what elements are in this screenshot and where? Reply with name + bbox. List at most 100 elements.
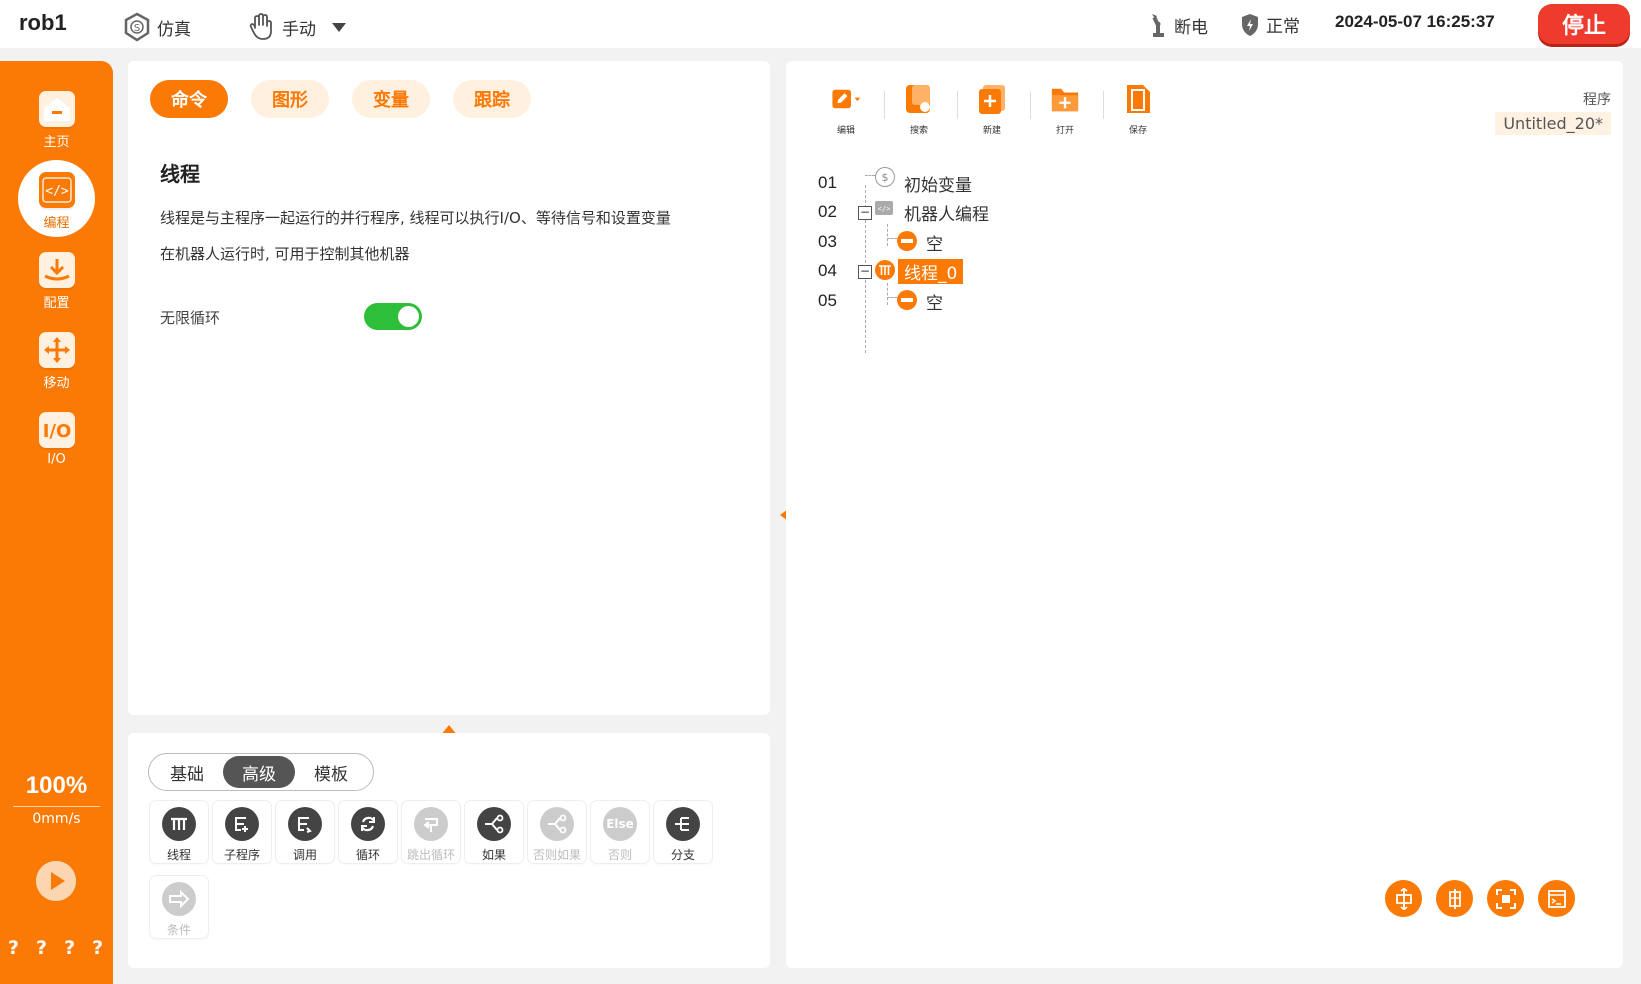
cmd-label: 如果 (481, 848, 506, 862)
expand-vertical-button[interactable] (1436, 880, 1473, 917)
robot-name[interactable]: rob1 (19, 10, 67, 36)
cmd-call[interactable]: 调用 (276, 801, 334, 863)
expand-horizontal-button[interactable] (1385, 880, 1422, 917)
cmd-subprogram[interactable]: 子程序 (213, 801, 271, 863)
manual-mode-dropdown[interactable]: 手动 (246, 12, 346, 42)
thread-icon (162, 807, 196, 841)
tab-variables[interactable]: 变量 (352, 80, 430, 118)
save-icon (1123, 83, 1153, 115)
if-icon (477, 807, 511, 841)
terminal-icon (1547, 889, 1566, 908)
divider (957, 91, 958, 119)
view-controls (1385, 880, 1575, 917)
tree-connector (887, 238, 897, 239)
tree-row[interactable]: 02 − </> 机器人编程 (818, 198, 1218, 227)
sidebar-item-home[interactable]: 主页 (0, 91, 113, 150)
collapse-toggle[interactable]: − (858, 206, 872, 220)
cmd-else-if[interactable]: 否则如果 (528, 801, 586, 863)
sidebar-item-move[interactable]: 移动 (0, 332, 113, 391)
save-button[interactable]: 保存 (1108, 83, 1168, 136)
simulation-mode[interactable]: S 仿真 (123, 12, 191, 42)
infinite-loop-label: 无限循环 (160, 309, 221, 327)
sidebar-item-label: 编程 (43, 216, 70, 231)
cmd-label: 跳出循环 (406, 848, 455, 862)
tree-row[interactable]: 01 $ 初始变量 (818, 167, 1218, 198)
cmd-else[interactable]: Else 否则 (591, 801, 649, 863)
tab-trace[interactable]: 跟踪 (453, 80, 531, 118)
command-detail-panel: 命令 图形 变量 跟踪 线程 线程是与主程序一起运行的并行程序, 线程可以执行I… (128, 61, 770, 715)
node-label-selected: 线程_0 (898, 259, 964, 284)
cmd-condition[interactable]: 条件 (150, 876, 208, 938)
tree-connector (865, 175, 875, 176)
break-loop-icon (414, 807, 448, 841)
segment-advanced[interactable]: 高级 (223, 756, 295, 788)
sidebar: 主页 </> 编程 配置 移动 I/O I/O 100% 0mm/s ? ? ?… (0, 61, 113, 984)
svg-text:</>: </> (878, 205, 891, 213)
open-folder-icon (1050, 83, 1080, 115)
cmd-thread[interactable]: 线程 (150, 801, 208, 863)
simulation-label: 仿真 (157, 19, 191, 40)
sidebar-item-label: 主页 (43, 135, 70, 150)
program-panel: 编辑 搜索 新建 打开 保存 程序 Untitled_20* 01 $ 初始变量… (786, 61, 1623, 968)
move-icon (38, 332, 75, 368)
help-button[interactable]: ? (36, 937, 47, 959)
segment-basic[interactable]: 基础 (151, 756, 223, 788)
cmd-label: 否则 (607, 848, 632, 862)
branch-icon (666, 807, 700, 841)
new-button[interactable]: 新建 (962, 83, 1022, 136)
node-label: 机器人编程 (904, 205, 989, 225)
cmd-label: 分支 (670, 848, 695, 862)
sidebar-item-label: 移动 (43, 376, 70, 391)
speed-value: 0mm/s (32, 811, 81, 827)
cmd-break-loop[interactable]: 跳出循环 (402, 801, 460, 863)
search-button[interactable]: 搜索 (889, 83, 949, 136)
sidebar-item-label: 配置 (43, 296, 70, 311)
sidebar-item-config[interactable]: 配置 (0, 252, 113, 311)
program-name[interactable]: Untitled_20* (1495, 112, 1611, 135)
help-button[interactable]: ? (8, 937, 19, 959)
else-icon: Else (603, 807, 637, 841)
segment-template[interactable]: 模板 (295, 756, 367, 788)
speed-percent[interactable]: 100% (0, 772, 113, 800)
command-palette-panel: 基础 高级 模板 线程 子程序 调用 循环 跳出循环 如果 否则如果 Else … (128, 733, 770, 968)
tree-connector (887, 297, 897, 298)
open-button[interactable]: 打开 (1035, 83, 1095, 136)
new-file-icon (977, 83, 1007, 115)
expand-vertical-icon (1448, 888, 1461, 909)
tool-label: 保存 (1128, 126, 1147, 136)
edit-button[interactable]: 编辑 (816, 83, 876, 136)
divider (1103, 91, 1104, 119)
category-switch: 基础 高级 模板 (148, 753, 374, 791)
sidebar-item-io[interactable]: I/O I/O (0, 412, 113, 467)
cmd-if[interactable]: 如果 (465, 801, 523, 863)
infinite-loop-toggle[interactable] (364, 303, 422, 330)
help-button[interactable]: ? (64, 937, 75, 959)
stop-button[interactable]: 停止 (1538, 4, 1630, 44)
tab-graphics[interactable]: 图形 (251, 80, 329, 118)
fit-view-button[interactable] (1487, 880, 1524, 917)
shield-icon (1242, 13, 1258, 36)
tab-commands[interactable]: 命令 (150, 80, 228, 118)
cmd-label: 子程序 (223, 848, 260, 862)
divider (884, 91, 885, 119)
condition-icon (162, 882, 196, 916)
sidebar-item-programming[interactable]: </> 编程 (0, 160, 113, 237)
cmd-loop[interactable]: 循环 (339, 801, 397, 863)
simulation-icon: S (124, 12, 150, 42)
cmd-branch[interactable]: 分支 (654, 801, 712, 863)
manual-label: 手动 (282, 19, 316, 40)
terminal-button[interactable] (1538, 880, 1575, 917)
tree-row[interactable]: 03 空 (818, 228, 1218, 257)
else-icon-text: Else (606, 817, 634, 831)
tree-row[interactable]: 04 − 线程_0 (818, 257, 1218, 286)
status-label: 正常 (1266, 17, 1300, 37)
robot-arm-icon (1152, 14, 1164, 37)
panel-tabs: 命令 图形 变量 跟踪 (150, 80, 531, 118)
tree-row[interactable]: 05 空 (818, 287, 1218, 316)
help-button[interactable]: ? (92, 937, 103, 959)
top-bar: rob1 S 仿真 手动 断电 正常 2024-05-07 16:25:37 停… (0, 0, 1641, 48)
play-button[interactable] (36, 861, 76, 901)
node-label: 空 (926, 235, 943, 255)
home-icon (38, 91, 75, 127)
collapse-toggle[interactable]: − (858, 265, 872, 279)
